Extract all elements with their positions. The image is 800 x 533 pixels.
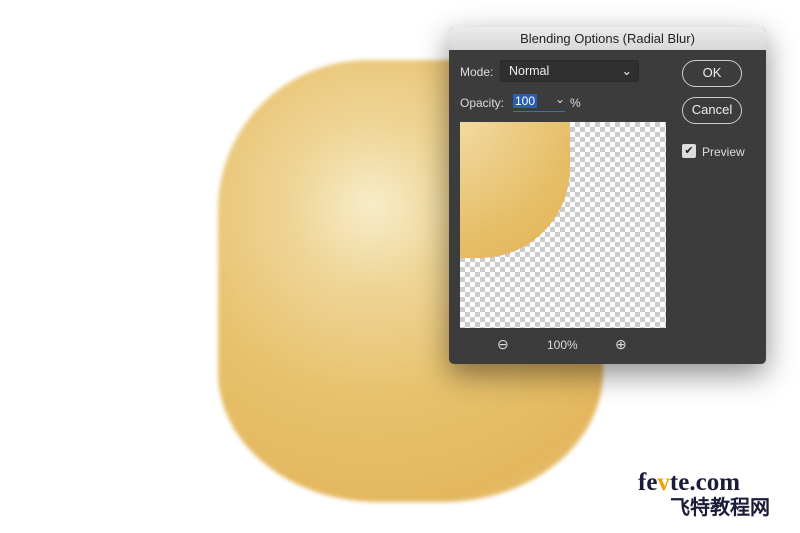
preview-checkbox[interactable]: ✔ [682, 144, 696, 158]
cancel-button[interactable]: Cancel [682, 97, 742, 124]
opacity-value: 100 [513, 94, 538, 108]
mode-label: Mode: [460, 65, 494, 79]
preview-fur-image [460, 122, 570, 258]
chevron-down-icon: ⌄ [621, 64, 632, 78]
dialog-title[interactable]: Blending Options (Radial Blur) [449, 27, 766, 50]
ok-button[interactable]: OK [682, 60, 742, 87]
preview-canvas[interactable] [460, 122, 666, 328]
zoom-in-icon[interactable]: ⊕ [615, 336, 627, 353]
zoom-out-icon[interactable]: ⊖ [497, 336, 509, 353]
preview-label: Preview [702, 145, 745, 159]
opacity-input[interactable]: 100 ⌄ [513, 92, 565, 112]
mode-select[interactable]: Normal ⌄ [500, 60, 639, 82]
percent-label: % [570, 96, 581, 110]
chevron-down-icon[interactable]: ⌄ [555, 92, 565, 106]
watermark-logo: fevte.com 飞特教程网 [638, 469, 770, 520]
blending-options-dialog: Blending Options (Radial Blur) Mode: Nor… [449, 27, 766, 364]
mode-value: Normal [509, 64, 550, 78]
opacity-label: Opacity: [460, 96, 505, 110]
zoom-level: 100% [547, 338, 578, 352]
